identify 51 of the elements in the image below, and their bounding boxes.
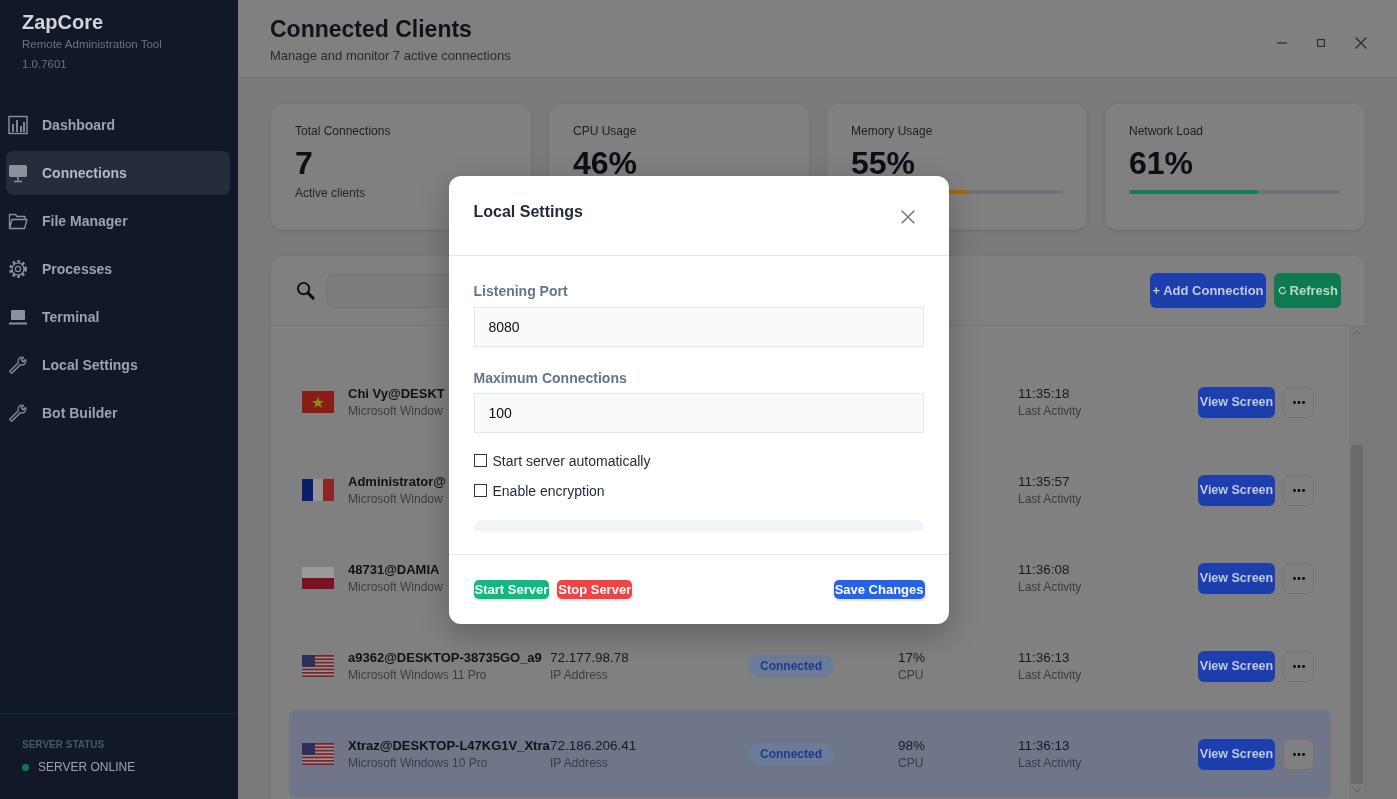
page-title: Connected Clients: [270, 15, 473, 43]
cpu-label: CPU: [898, 666, 924, 684]
activity-label: Last Activity: [1018, 754, 1082, 772]
status-heading: SERVER STATUS: [22, 738, 106, 752]
client-name: a9362@DESKTOP-38735GO_a9: [348, 648, 542, 667]
stat-caption: Active clients: [295, 186, 367, 200]
stat-label: CPU Usage: [573, 123, 638, 139]
status-badge: Connected: [748, 655, 834, 677]
client-name: Xtraz@DESKTOP-L47KG1V_Xtra: [348, 736, 550, 755]
ip-address: 72.177.98.78: [550, 648, 629, 667]
checkbox-label: Start server automatically: [492, 452, 651, 469]
activity-time: 11:35:18: [1018, 384, 1070, 403]
stat-value: 61%: [1129, 144, 1195, 183]
ip-label: IP Address: [550, 754, 608, 772]
os-name: Microsoft Window: [348, 402, 443, 420]
cpu-value: 98%: [898, 736, 926, 755]
activity-label: Last Activity: [1018, 402, 1082, 420]
status-badge: Connected: [748, 743, 834, 765]
ip-label: IP Address: [550, 666, 608, 684]
activity-time: 11:35:57: [1018, 472, 1070, 491]
stat-value: 55%: [851, 144, 917, 183]
client-name: Chi Vy@DESKT: [348, 384, 445, 403]
ip-address: 72.186.206.41: [550, 736, 637, 755]
os-name: Microsoft Window: [348, 490, 443, 508]
field-label: Listening Port: [473, 281, 569, 300]
os-name: Microsoft Windows 10 Pro: [348, 754, 488, 772]
stat-label: Total Connections: [295, 123, 392, 139]
stat-label: Network Load: [1129, 123, 1205, 139]
app-version: 1.0.7601: [22, 57, 68, 72]
activity-time: 11:36:08: [1018, 560, 1070, 579]
activity-time: 11:36:13: [1018, 648, 1070, 667]
stat-value: 7: [295, 144, 314, 183]
app-subtitle: Remote Administration Tool: [22, 37, 163, 52]
activity-label: Last Activity: [1018, 490, 1082, 508]
os-name: Microsoft Windows 11 Pro: [348, 666, 487, 684]
app-name: ZapCore: [22, 10, 105, 34]
activity-label: Last Activity: [1018, 666, 1082, 684]
checkbox-label: Enable encryption: [492, 482, 605, 499]
dialog-title: Local Settings: [473, 201, 583, 222]
cpu-value: 17%: [898, 648, 926, 667]
server-status: SERVER ONLINE: [38, 760, 136, 774]
os-name: Microsoft Window: [348, 578, 443, 596]
cpu-label: CPU: [898, 754, 924, 772]
stat-value: 46%: [573, 144, 639, 183]
stat-label: Memory Usage: [851, 123, 934, 139]
page-subtitle: Manage and monitor 7 active connections: [270, 48, 511, 63]
activity-label: Last Activity: [1018, 578, 1082, 596]
field-label: Maximum Connections: [473, 368, 628, 387]
activity-time: 11:36:13: [1018, 736, 1070, 755]
client-name: 48731@DAMIA: [348, 560, 440, 579]
client-name: Administrator@: [348, 472, 446, 491]
